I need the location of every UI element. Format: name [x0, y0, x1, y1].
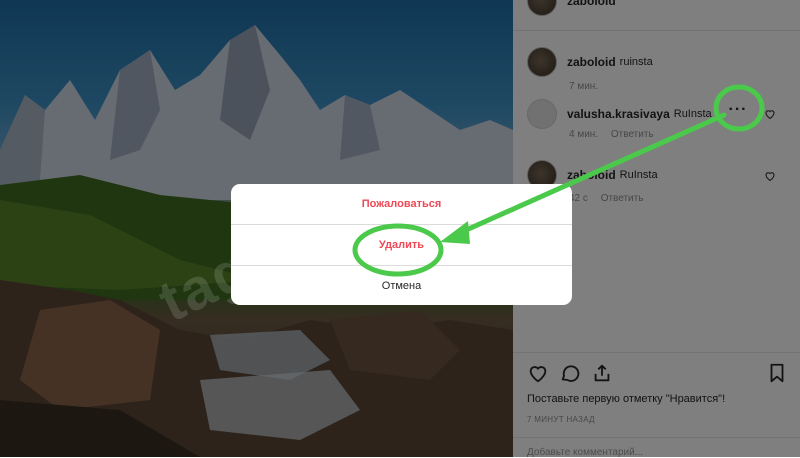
arrow-line [452, 112, 727, 238]
arrow-head-icon [440, 221, 470, 244]
highlight-circle [352, 223, 444, 277]
highlight-circle [713, 84, 765, 132]
tutorial-annotations [352, 84, 765, 277]
